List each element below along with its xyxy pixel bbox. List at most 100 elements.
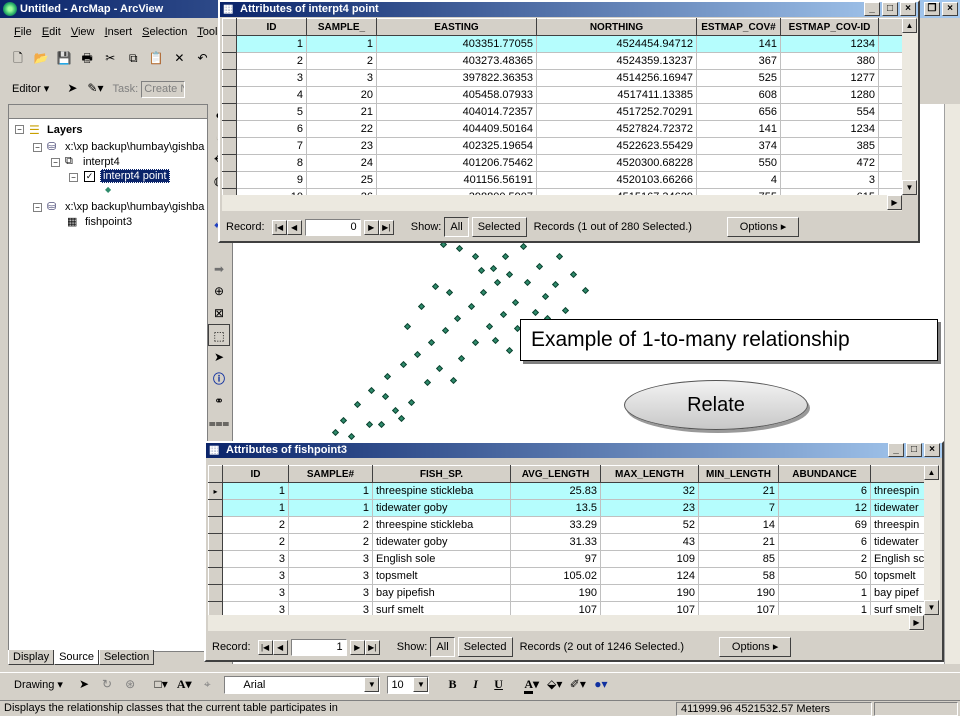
- row-selector[interactable]: ▸: [208, 482, 223, 500]
- record-number-input[interactable]: 0: [304, 218, 361, 236]
- table-cell[interactable]: 33.29: [510, 516, 601, 534]
- select-elements-icon[interactable]: ➤: [74, 674, 94, 694]
- underline-button[interactable]: U: [489, 674, 509, 694]
- delete-icon[interactable]: ✕: [169, 48, 189, 68]
- tab-source[interactable]: Source: [54, 650, 99, 665]
- table-cell[interactable]: threespine stickleba: [372, 516, 511, 534]
- table-cell[interactable]: 14: [698, 516, 779, 534]
- table-row[interactable]: 8 24 401206.75462 4520300.68228 550 472: [222, 154, 902, 172]
- table-cell[interactable]: 5: [236, 103, 307, 121]
- table-cell[interactable]: 6: [236, 120, 307, 138]
- show-all-button[interactable]: All: [430, 637, 455, 657]
- minimize-icon[interactable]: _: [888, 443, 904, 457]
- table-cell[interactable]: 4522623.55429: [536, 137, 697, 155]
- paste-icon[interactable]: 📋: [146, 48, 166, 68]
- font-color-button[interactable]: A▾: [522, 674, 542, 694]
- row-selector[interactable]: [208, 533, 223, 551]
- font-size-dropdown[interactable]: 10 ▼: [387, 676, 430, 695]
- table-cell[interactable]: 4520103.66266: [536, 171, 697, 189]
- select-elements-icon[interactable]: ⬚: [208, 324, 230, 346]
- table-cell[interactable]: 3: [780, 171, 879, 189]
- table-cell[interactable]: 43: [600, 533, 699, 551]
- table-cell[interactable]: 2: [288, 516, 373, 534]
- edit-vertices-icon[interactable]: ⌖: [197, 674, 217, 694]
- table-cell[interactable]: 124: [600, 567, 699, 585]
- table-cell[interactable]: 31.33: [510, 533, 601, 551]
- table-cell[interactable]: 1234: [780, 35, 879, 53]
- table-cell[interactable]: 3: [288, 584, 373, 602]
- new-icon[interactable]: 🗋: [8, 48, 28, 68]
- table-cell[interactable]: tidewater goby: [372, 499, 511, 517]
- table-cell[interactable]: 472: [780, 154, 879, 172]
- table-cell[interactable]: 402325.19654: [376, 137, 537, 155]
- table-cell[interactable]: 3: [288, 567, 373, 585]
- table-cell[interactable]: 9: [236, 171, 307, 189]
- map-point[interactable]: [485, 322, 494, 331]
- column-header[interactable]: MAX_LENGTH: [600, 465, 699, 483]
- horizontal-scrollbar[interactable]: ▶: [208, 615, 924, 631]
- italic-button[interactable]: I: [466, 674, 486, 694]
- map-point[interactable]: [435, 364, 444, 373]
- table-cell[interactable]: 405458.07933: [376, 86, 537, 104]
- menu-view[interactable]: View: [71, 26, 95, 38]
- table-cell[interactable]: surf smelt: [372, 601, 511, 615]
- measure-icon[interactable]: ⩶: [208, 412, 230, 434]
- map-point[interactable]: [407, 398, 416, 407]
- column-header[interactable]: FISH_SP.: [372, 465, 511, 483]
- row-selector[interactable]: [208, 516, 223, 534]
- map-point[interactable]: [331, 428, 340, 437]
- column-header[interactable]: AVG_LENGTH: [510, 465, 601, 483]
- horizontal-scrollbar[interactable]: ▶: [222, 195, 902, 211]
- tab-selection[interactable]: Selection: [98, 650, 155, 665]
- table-cell[interactable]: 4524454.94712: [536, 35, 697, 53]
- marker-color-icon[interactable]: ●▾: [591, 674, 611, 694]
- previous-record-icon[interactable]: ◀: [286, 220, 302, 235]
- table-cell[interactable]: 107: [510, 601, 601, 615]
- clear-selection-icon[interactable]: ⊠: [208, 302, 230, 324]
- table-cell[interactable]: 8: [236, 154, 307, 172]
- column-header[interactable]: [870, 465, 924, 483]
- table-cell[interactable]: 3: [236, 69, 307, 87]
- map-point[interactable]: [383, 372, 392, 381]
- map-point[interactable]: [339, 416, 348, 425]
- table-cell[interactable]: 141: [696, 120, 781, 138]
- map-point[interactable]: [551, 280, 560, 289]
- row-selector[interactable]: [222, 35, 237, 53]
- rectangle-icon[interactable]: □▾: [151, 674, 171, 694]
- map-point[interactable]: [353, 400, 362, 409]
- row-selector[interactable]: [208, 584, 223, 602]
- table-cell[interactable]: 6: [778, 533, 871, 551]
- print-icon[interactable]: 🖶: [77, 48, 97, 68]
- vertical-scrollbar[interactable]: ▲ ▼: [902, 18, 918, 195]
- table-cell[interactable]: bay pipefish: [372, 584, 511, 602]
- copy-icon[interactable]: ⧉: [123, 48, 143, 68]
- map-point[interactable]: [505, 346, 514, 355]
- table-cell[interactable]: 141: [696, 35, 781, 53]
- line-color-icon[interactable]: ✐▾: [568, 674, 588, 694]
- first-record-icon[interactable]: |◀: [257, 640, 273, 655]
- table-cell[interactable]: 25.83: [510, 482, 601, 500]
- table-cell[interactable]: 109: [600, 550, 699, 568]
- table-cell[interactable]: 367: [696, 52, 781, 70]
- row-selector[interactable]: [208, 550, 223, 568]
- table-cell[interactable]: bay pipef: [870, 584, 924, 602]
- map-point[interactable]: [431, 282, 440, 291]
- map-point[interactable]: [555, 252, 564, 261]
- table-cell[interactable]: 608: [696, 86, 781, 104]
- previous-record-icon[interactable]: ◀: [272, 640, 288, 655]
- map-point[interactable]: [397, 414, 406, 423]
- toc-collapse-icon[interactable]: −: [33, 143, 42, 152]
- row-selector[interactable]: [208, 601, 223, 615]
- scroll-up-icon[interactable]: ▲: [902, 18, 917, 33]
- last-record-icon[interactable]: ▶|: [364, 640, 380, 655]
- table-cell[interactable]: threespin: [870, 482, 924, 500]
- save-icon[interactable]: 💾: [54, 48, 74, 68]
- map-point[interactable]: [581, 286, 590, 295]
- scroll-down-icon[interactable]: ▼: [924, 600, 939, 615]
- table-cell[interactable]: 20: [306, 86, 377, 104]
- table-cell[interactable]: 22: [306, 120, 377, 138]
- table-row[interactable]: ▸ 1 1 threespine stickleba 25.83 32 21 6 threesp…: [208, 482, 924, 500]
- map-point[interactable]: [377, 420, 386, 429]
- table-cell[interactable]: 2: [222, 516, 289, 534]
- table-cell[interactable]: 21: [306, 103, 377, 121]
